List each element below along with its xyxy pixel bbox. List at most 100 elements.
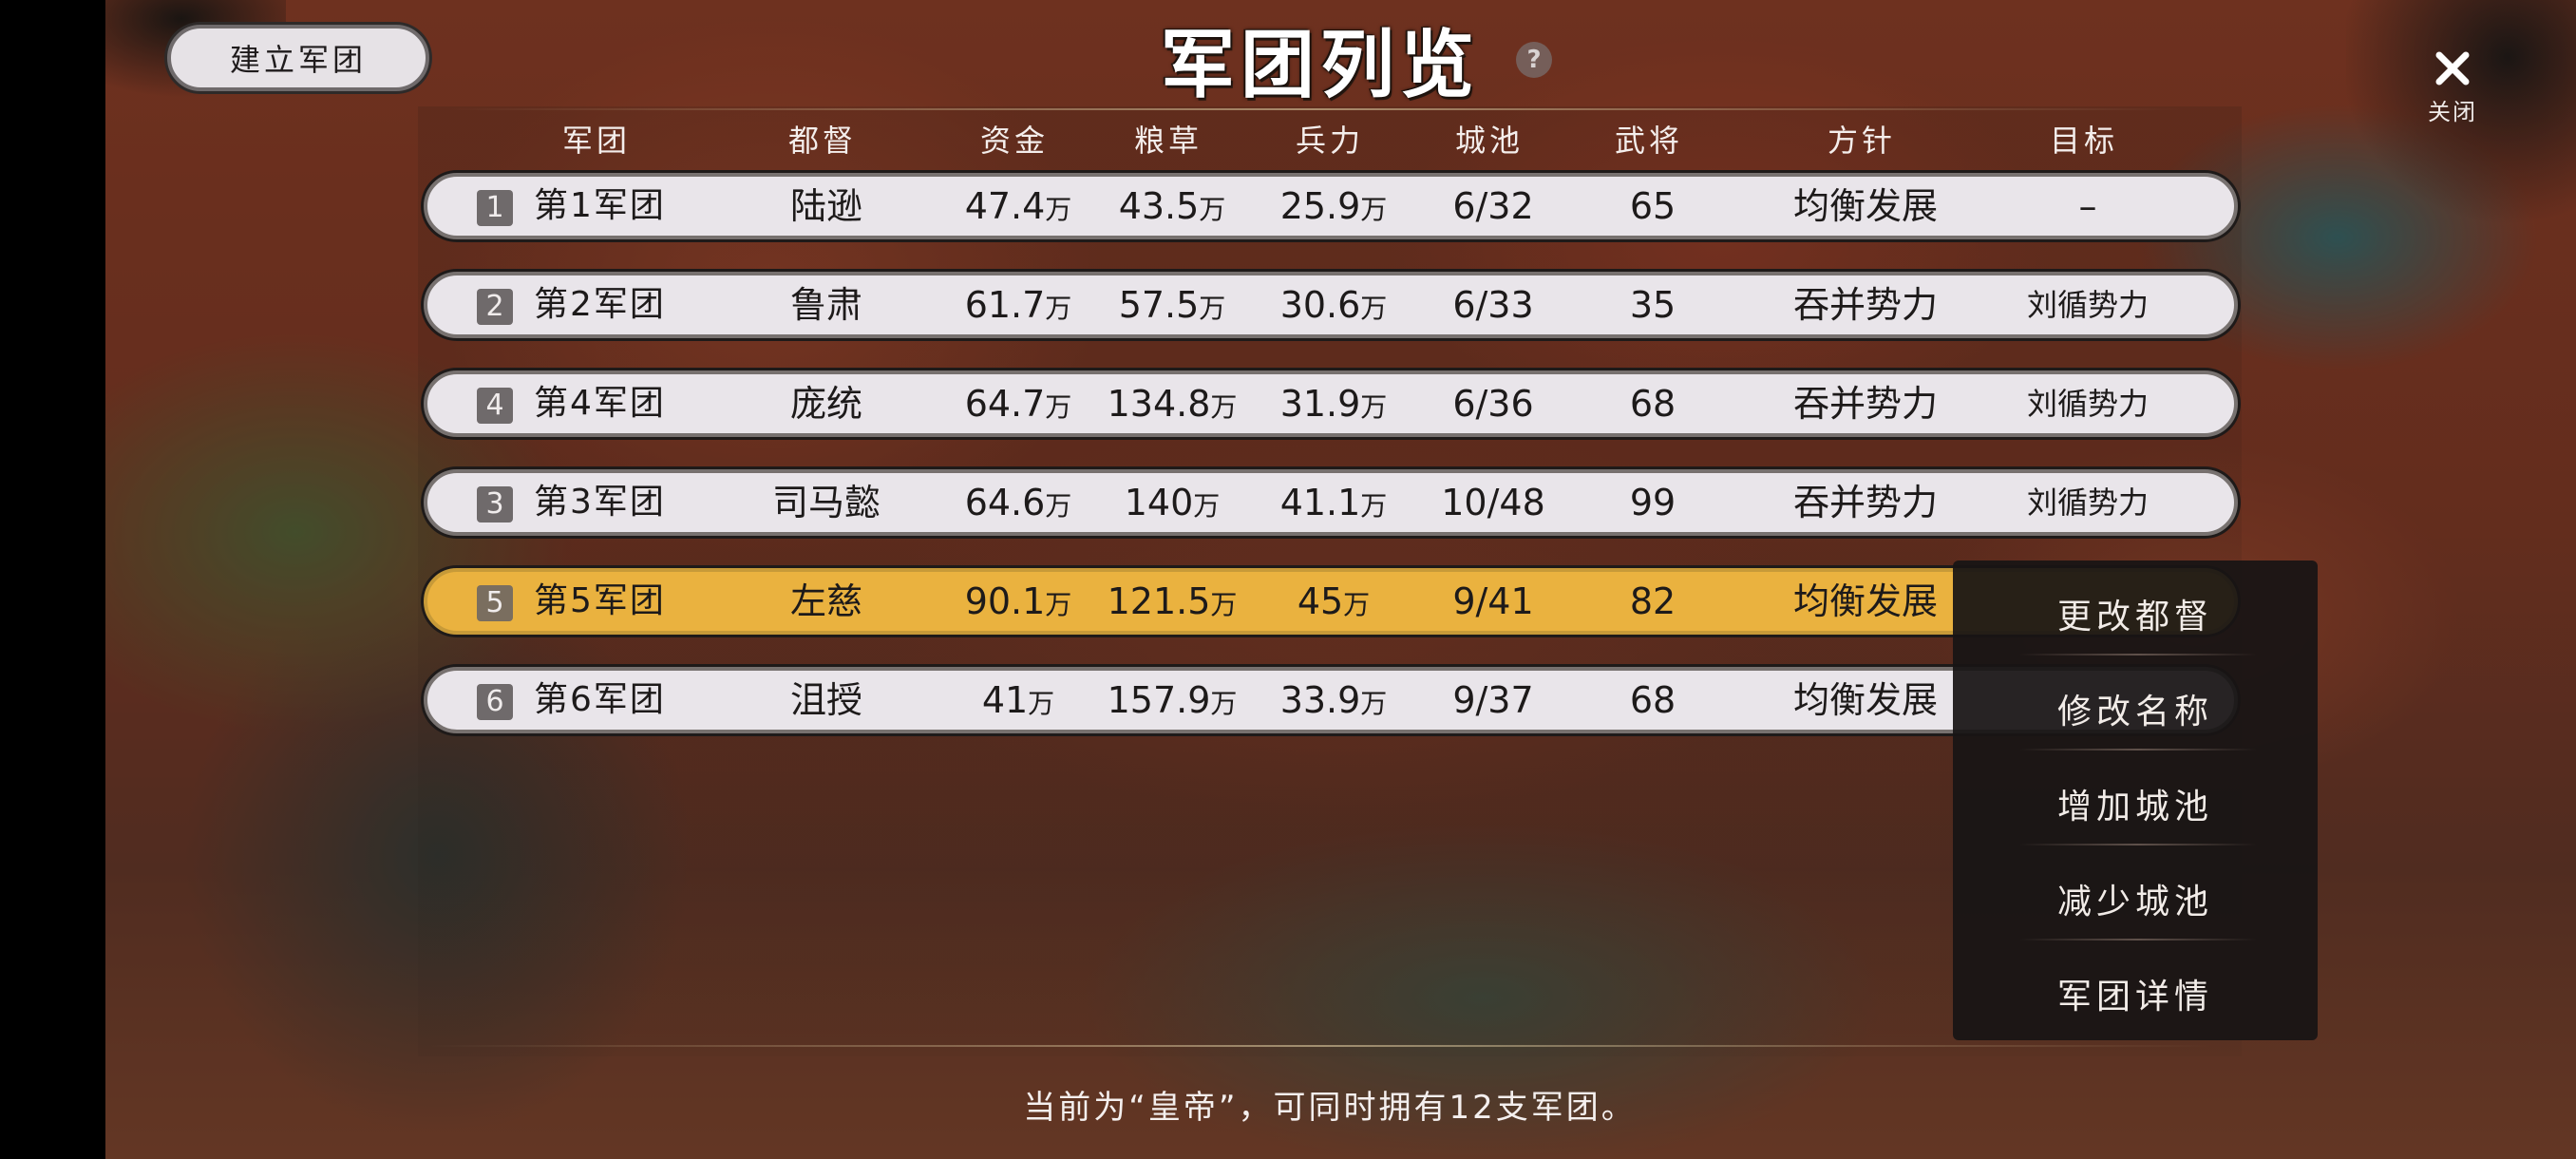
troops-value: 25.9 (1279, 185, 1361, 227)
funds-cell: 61.7万 (965, 276, 1072, 334)
grain-cell: 134.8万 (1108, 374, 1238, 433)
close-icon (2435, 51, 2470, 86)
funds-value: 90.1 (964, 580, 1046, 622)
game-screen: 建立军团 军团列览 ? 关闭 军团 都督 资金 粮草 兵力 城池 武将 方针 目… (0, 0, 2576, 1159)
generals-cell: 82 (1629, 580, 1676, 622)
legion-number-badge: 3 (477, 486, 513, 522)
policy-cell: 均衡发展 (1792, 679, 1939, 721)
menu-item-label: 更改都督 (2056, 598, 2213, 636)
troops-value: 41.1 (1279, 482, 1361, 523)
menu-item-add-city[interactable]: 增加城池 (1953, 750, 2318, 846)
troops-cell: 31.9万 (1280, 374, 1388, 433)
close-label: 关闭 (2428, 99, 2477, 125)
unit-label: 万 (1045, 293, 1072, 324)
legion-context-menu: 更改都督 修改名称 增加城池 减少城池 军团详情 (1953, 560, 2318, 1040)
cities-cell: 6/33 (1452, 284, 1534, 326)
legion-number-badge: 6 (477, 684, 513, 720)
unit-label: 万 (1210, 688, 1238, 719)
troops-cell: 41.1万 (1280, 473, 1388, 532)
menu-item-legion-details[interactable]: 军团详情 (1953, 940, 2318, 1036)
legion-name: 第1军团 (534, 186, 666, 225)
generals-cell: 65 (1629, 185, 1676, 227)
governor-cell: 沮授 (789, 679, 863, 721)
governor-cell: 鲁肃 (789, 284, 863, 326)
close-button[interactable]: 关闭 (2420, 42, 2485, 127)
column-header: 目标 (2049, 123, 2119, 159)
policy-cell: 均衡发展 (1792, 580, 1939, 622)
legion-row[interactable]: 3 第3军团 司马懿 64.6万 140万 41.1万 10/48 99 吞并势… (424, 469, 2238, 536)
troops-value: 33.9 (1279, 679, 1361, 721)
grain-cell: 57.5万 (1119, 276, 1226, 334)
legion-name: 第6军团 (534, 680, 666, 719)
menu-item-label: 增加城池 (2056, 788, 2213, 826)
unit-label: 万 (1193, 490, 1221, 522)
grain-value: 140 (1124, 482, 1194, 523)
grain-cell: 43.5万 (1119, 177, 1226, 236)
funds-value: 64.7 (964, 383, 1046, 425)
cities-cell: 6/32 (1452, 185, 1534, 227)
grain-value: 157.9 (1107, 679, 1211, 721)
footer-note: 当前为“皇帝”，可同时拥有12支军团。 (1023, 1089, 1637, 1127)
legion-number-badge: 1 (477, 190, 513, 226)
policy-cell: 吞并势力 (1792, 482, 1939, 523)
menu-item-label: 修改名称 (2056, 693, 2213, 732)
legion-number-badge: 5 (477, 585, 513, 621)
column-header: 武将 (1614, 123, 1684, 159)
policy-cell: 吞并势力 (1792, 383, 1939, 425)
governor-cell: 左慈 (789, 580, 863, 622)
legion-row[interactable]: 4 第4军团 庞统 64.7万 134.8万 31.9万 6/36 68 吞并势… (424, 370, 2238, 437)
policy-cell: 吞并势力 (1792, 284, 1939, 326)
unit-label: 万 (1343, 589, 1371, 620)
generals-cell: 68 (1629, 679, 1676, 721)
governor-cell: 庞统 (789, 383, 863, 425)
grain-value: 134.8 (1107, 383, 1211, 425)
funds-cell: 64.6万 (965, 473, 1072, 532)
unit-label: 万 (1360, 391, 1388, 423)
funds-value: 47.4 (964, 185, 1046, 227)
governor-cell: 陆逊 (789, 185, 863, 227)
generals-cell: 68 (1629, 383, 1676, 425)
page-title: 军团列览 (1160, 22, 1480, 108)
troops-value: 31.9 (1279, 383, 1361, 425)
legion-name: 第2军团 (534, 285, 666, 324)
unit-label: 万 (1199, 293, 1226, 324)
grain-cell: 121.5万 (1108, 572, 1238, 631)
menu-item-change-governor[interactable]: 更改都督 (1953, 560, 2318, 656)
generals-cell: 35 (1629, 284, 1676, 326)
footer-divider (427, 1045, 2213, 1047)
legion-name: 第5军团 (534, 581, 666, 620)
legion-number-badge: 4 (477, 388, 513, 424)
grain-cell: 140万 (1125, 473, 1221, 532)
troops-cell: 25.9万 (1280, 177, 1388, 236)
target-cell: – (2078, 185, 2097, 227)
grain-value: 57.5 (1118, 284, 1200, 326)
legion-row[interactable]: 1 第1军团 陆逊 47.4万 43.5万 25.9万 6/32 65 均衡发展… (424, 173, 2238, 239)
troops-cell: 30.6万 (1280, 276, 1388, 334)
unit-label: 万 (1360, 194, 1388, 225)
menu-item-remove-city[interactable]: 减少城池 (1953, 846, 2318, 940)
unit-label: 万 (1360, 490, 1388, 522)
unit-label: 万 (1210, 391, 1238, 423)
menu-item-label: 军团详情 (2056, 978, 2213, 1016)
help-icon[interactable]: ? (1516, 42, 1552, 78)
unit-label: 万 (1360, 688, 1388, 719)
menu-item-rename[interactable]: 修改名称 (1953, 656, 2318, 750)
column-header: 军团 (561, 123, 632, 159)
generals-cell: 99 (1629, 482, 1676, 523)
legion-row[interactable]: 2 第2军团 鲁肃 61.7万 57.5万 30.6万 6/33 35 吞并势力… (424, 272, 2238, 338)
cities-cell: 10/48 (1441, 482, 1545, 523)
grain-value: 43.5 (1118, 185, 1200, 227)
column-header: 兵力 (1295, 123, 1365, 159)
legion-name: 第3军团 (534, 483, 666, 522)
unit-label: 万 (1028, 688, 1055, 719)
column-header: 粮草 (1133, 123, 1203, 159)
grain-value: 121.5 (1107, 580, 1211, 622)
funds-cell: 41万 (982, 671, 1054, 730)
funds-value: 64.6 (964, 482, 1046, 523)
unit-label: 万 (1210, 589, 1238, 620)
troops-cell: 33.9万 (1280, 671, 1388, 730)
troops-value: 45 (1297, 580, 1344, 622)
column-header: 城池 (1454, 123, 1525, 159)
create-legion-button[interactable]: 建立军团 (167, 25, 429, 91)
cities-cell: 6/36 (1452, 383, 1534, 425)
